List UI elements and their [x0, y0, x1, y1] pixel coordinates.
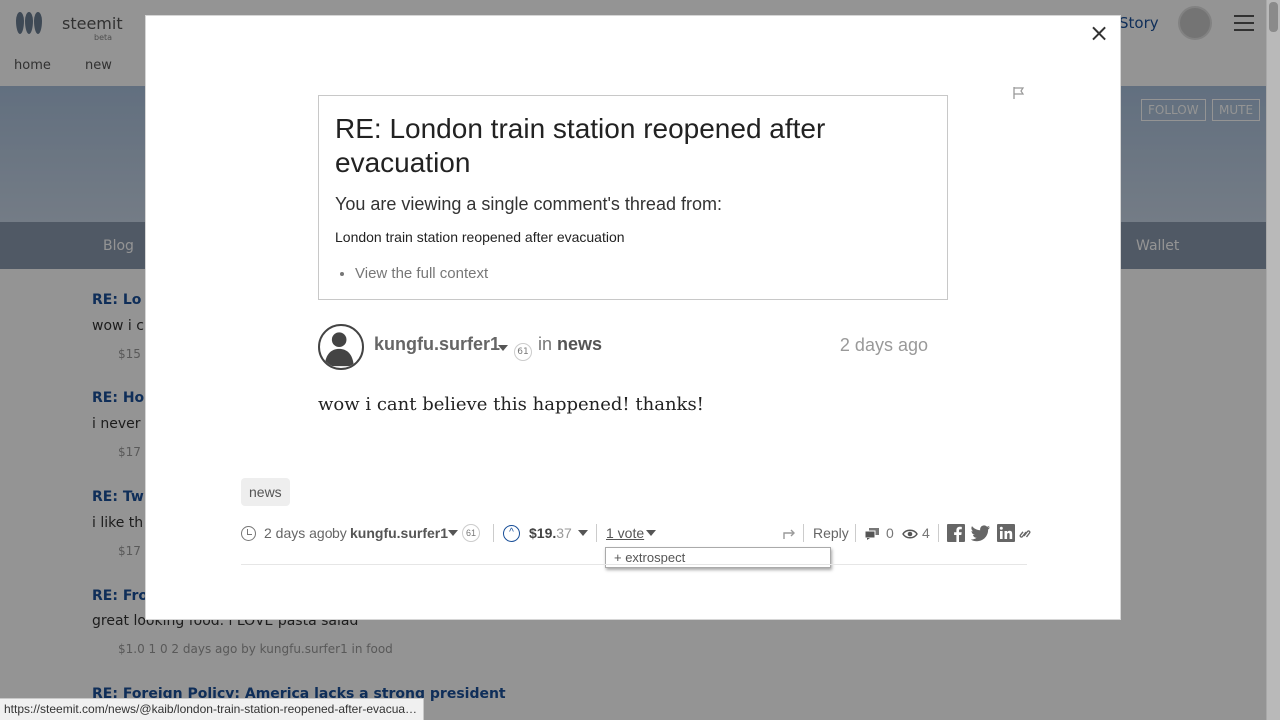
footer-divider [241, 564, 1027, 565]
footer-reputation-badge: 61 [462, 524, 480, 542]
upvote-icon[interactable]: ^ [503, 525, 520, 542]
thread-subtitle: You are viewing a single comment's threa… [335, 194, 722, 214]
separator [938, 524, 939, 542]
linkedin-icon[interactable] [997, 524, 1015, 542]
reply-link[interactable]: Reply [813, 522, 849, 544]
default-avatar-icon [324, 332, 354, 367]
separator [803, 524, 804, 542]
footer-author[interactable]: kungfu.surfer1 [350, 522, 448, 544]
separator [855, 524, 856, 542]
comment-timestamp[interactable]: 2 days ago [840, 335, 928, 356]
view-count: 4 [922, 525, 930, 541]
separator [493, 524, 494, 542]
comment-body: wow i cant believe this happened! thanks… [318, 394, 704, 415]
reblog-icon[interactable] [782, 528, 796, 540]
page-scrollbar[interactable] [1266, 0, 1280, 720]
chevron-down-icon[interactable] [498, 345, 508, 351]
thread-title: RE: London train station reopened after … [335, 113, 826, 178]
comment-footer: 2 days ago by kungfu.surfer1 61 ^ $19.37… [241, 522, 1031, 544]
clock-icon [241, 526, 256, 541]
twitter-icon[interactable] [971, 524, 991, 542]
chevron-down-icon[interactable] [448, 530, 458, 536]
chevron-down-icon[interactable] [578, 530, 588, 536]
in-label: in [538, 334, 553, 354]
chevron-down-icon[interactable] [646, 530, 656, 536]
comment-author-row: kungfu.surfer1 61 in news 2 days ago [318, 324, 928, 370]
facebook-icon[interactable] [947, 524, 965, 542]
payout-decimal: 37 [556, 525, 572, 541]
votes-link[interactable]: 1 vote [606, 522, 644, 544]
context-list: View the full context [355, 265, 931, 282]
tag-news[interactable]: news [241, 478, 290, 506]
author-reputation-badge: 61 [514, 343, 532, 361]
footer-by-label: by [332, 525, 347, 541]
author-category: in news [538, 334, 602, 355]
author-name[interactable]: kungfu.surfer1 [374, 334, 500, 355]
thread-context-box: RE: London train station reopened after … [318, 95, 948, 300]
comments-icon[interactable] [865, 528, 879, 540]
voter-item[interactable]: + extrospect [614, 550, 685, 565]
eye-icon [902, 529, 918, 539]
author-avatar[interactable] [318, 324, 364, 370]
footer-time[interactable]: 2 days ago [264, 522, 333, 544]
comment-modal: × RE: London train station reopened afte… [145, 15, 1121, 620]
payout-whole: $19. [529, 525, 557, 541]
category-link[interactable]: news [557, 334, 602, 354]
close-icon[interactable]: × [1087, 21, 1111, 45]
link-icon[interactable] [1019, 527, 1031, 541]
view-full-context-link[interactable]: View the full context [355, 265, 931, 282]
parent-post-link[interactable]: London train station reopened after evac… [335, 229, 931, 245]
browser-status-bar: https://steemit.com/news/@kaib/london-tr… [0, 698, 424, 720]
comment-count: 0 [886, 525, 894, 541]
separator [596, 524, 597, 542]
flag-icon[interactable] [1012, 86, 1026, 100]
payout-amount[interactable]: $19.37 [529, 522, 572, 544]
scrollbar-thumb[interactable] [1269, 2, 1278, 32]
